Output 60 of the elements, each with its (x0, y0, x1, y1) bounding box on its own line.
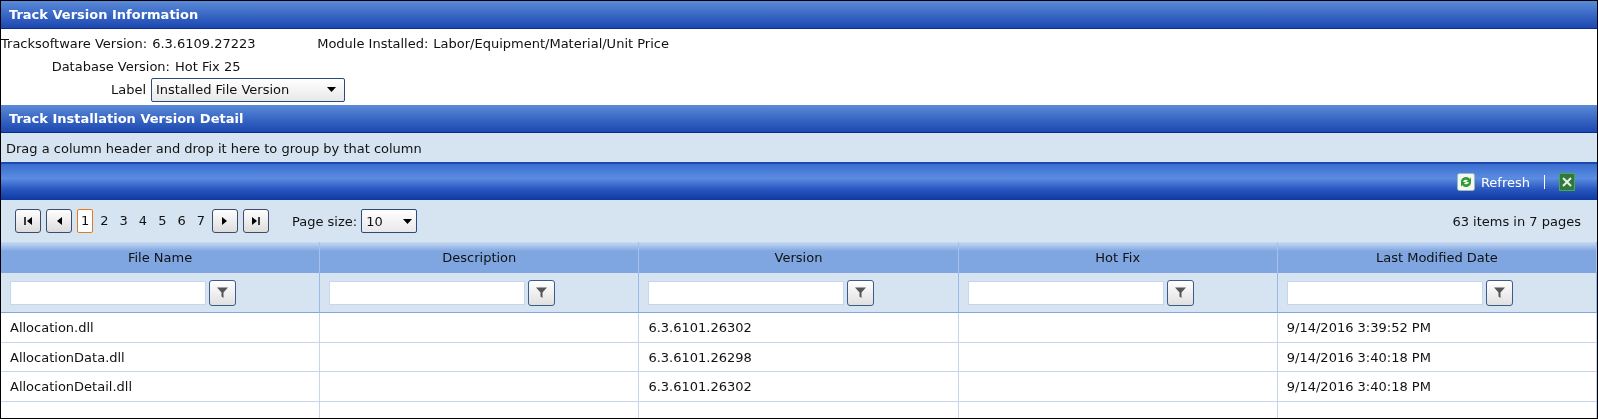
refresh-button[interactable]: Refresh (1456, 173, 1530, 191)
page-size-dropdown[interactable]: 10 (361, 209, 418, 233)
filter-button[interactable] (1485, 279, 1513, 306)
filter-field[interactable] (1286, 280, 1483, 305)
filter-icon (217, 287, 228, 298)
filter-icon (1493, 287, 1505, 298)
field-label: Label (109, 82, 146, 97)
panel-title: Track Installation Version Detail (1, 105, 1597, 133)
page-number-link[interactable]: 6 (173, 209, 190, 233)
last-page-button[interactable] (242, 209, 269, 233)
table-cell: 9/14/2016 3:40:18 PM (1277, 372, 1597, 402)
page-number-link[interactable]: 3 (115, 209, 132, 233)
field-value: 6.3.6109.27223 (152, 36, 257, 51)
filter-icon (855, 287, 867, 298)
filter-field[interactable] (329, 280, 526, 305)
column-header[interactable]: File Name (1, 242, 321, 273)
skip-back-icon (23, 216, 33, 226)
field-value: Hot Fix 25 (175, 59, 241, 74)
page-number-link[interactable]: 2 (96, 209, 113, 233)
page-number-link[interactable]: 5 (154, 209, 171, 233)
field-label: Module Installed: (317, 36, 429, 51)
previous-page-button[interactable] (46, 209, 72, 233)
table-cell: AllocationDetail.dll (1, 372, 321, 402)
filter-icon (536, 287, 548, 298)
filter-icon (1174, 287, 1186, 298)
next-page-button[interactable] (211, 209, 238, 233)
refresh-icon (1456, 173, 1475, 191)
column-header[interactable]: Description (320, 242, 640, 273)
caret-icon (403, 218, 413, 224)
table-cell: Allocation.dll (1, 313, 321, 343)
filter-field[interactable] (10, 280, 206, 305)
page-number-link[interactable]: 7 (192, 209, 209, 233)
page-size-label: Page size: (291, 213, 358, 229)
panel-title: Track Version Information (1, 1, 1597, 29)
filter-button[interactable] (528, 279, 556, 306)
field-value: Labor/Equipment/Material/Unit Price (433, 36, 669, 51)
table-cell: 6.3.6101.26298 (639, 342, 959, 372)
page-number-link[interactable]: 1 (77, 209, 94, 233)
first-page-button[interactable] (15, 209, 41, 233)
table-cell: 9/14/2016 3:40:18 PM (1277, 342, 1597, 372)
table-cell: 9/14/2016 3:39:52 PM (1277, 313, 1597, 343)
group-panel-hint: Drag a column header and drop it here to group by that column (1, 133, 1597, 164)
column-header[interactable]: Last Modified Date (1277, 242, 1597, 273)
filter-field[interactable] (648, 280, 845, 305)
page-number-link[interactable]: 4 (134, 209, 152, 233)
caret-icon (327, 87, 336, 92)
pager-summary: 63 items in 7 pages (1452, 213, 1581, 229)
table-cell: 6.3.6101.26302 (639, 372, 959, 402)
field-label: Database Version: (50, 59, 170, 74)
table-cell: AllocationData.dll (1, 342, 321, 372)
column-header[interactable]: Hot Fix (958, 242, 1278, 273)
filter-field[interactable] (967, 280, 1164, 305)
column-header[interactable]: Version (639, 242, 959, 273)
skip-forward-icon (251, 216, 261, 226)
filter-button[interactable] (1166, 279, 1194, 306)
label-dropdown[interactable]: Installed File Version (151, 77, 345, 102)
filter-button[interactable] (847, 279, 875, 306)
field-label: Tracksoftware Version: (1, 36, 148, 51)
table-cell: 6.3.6101.26302 (639, 313, 959, 343)
filter-button[interactable] (209, 279, 236, 306)
